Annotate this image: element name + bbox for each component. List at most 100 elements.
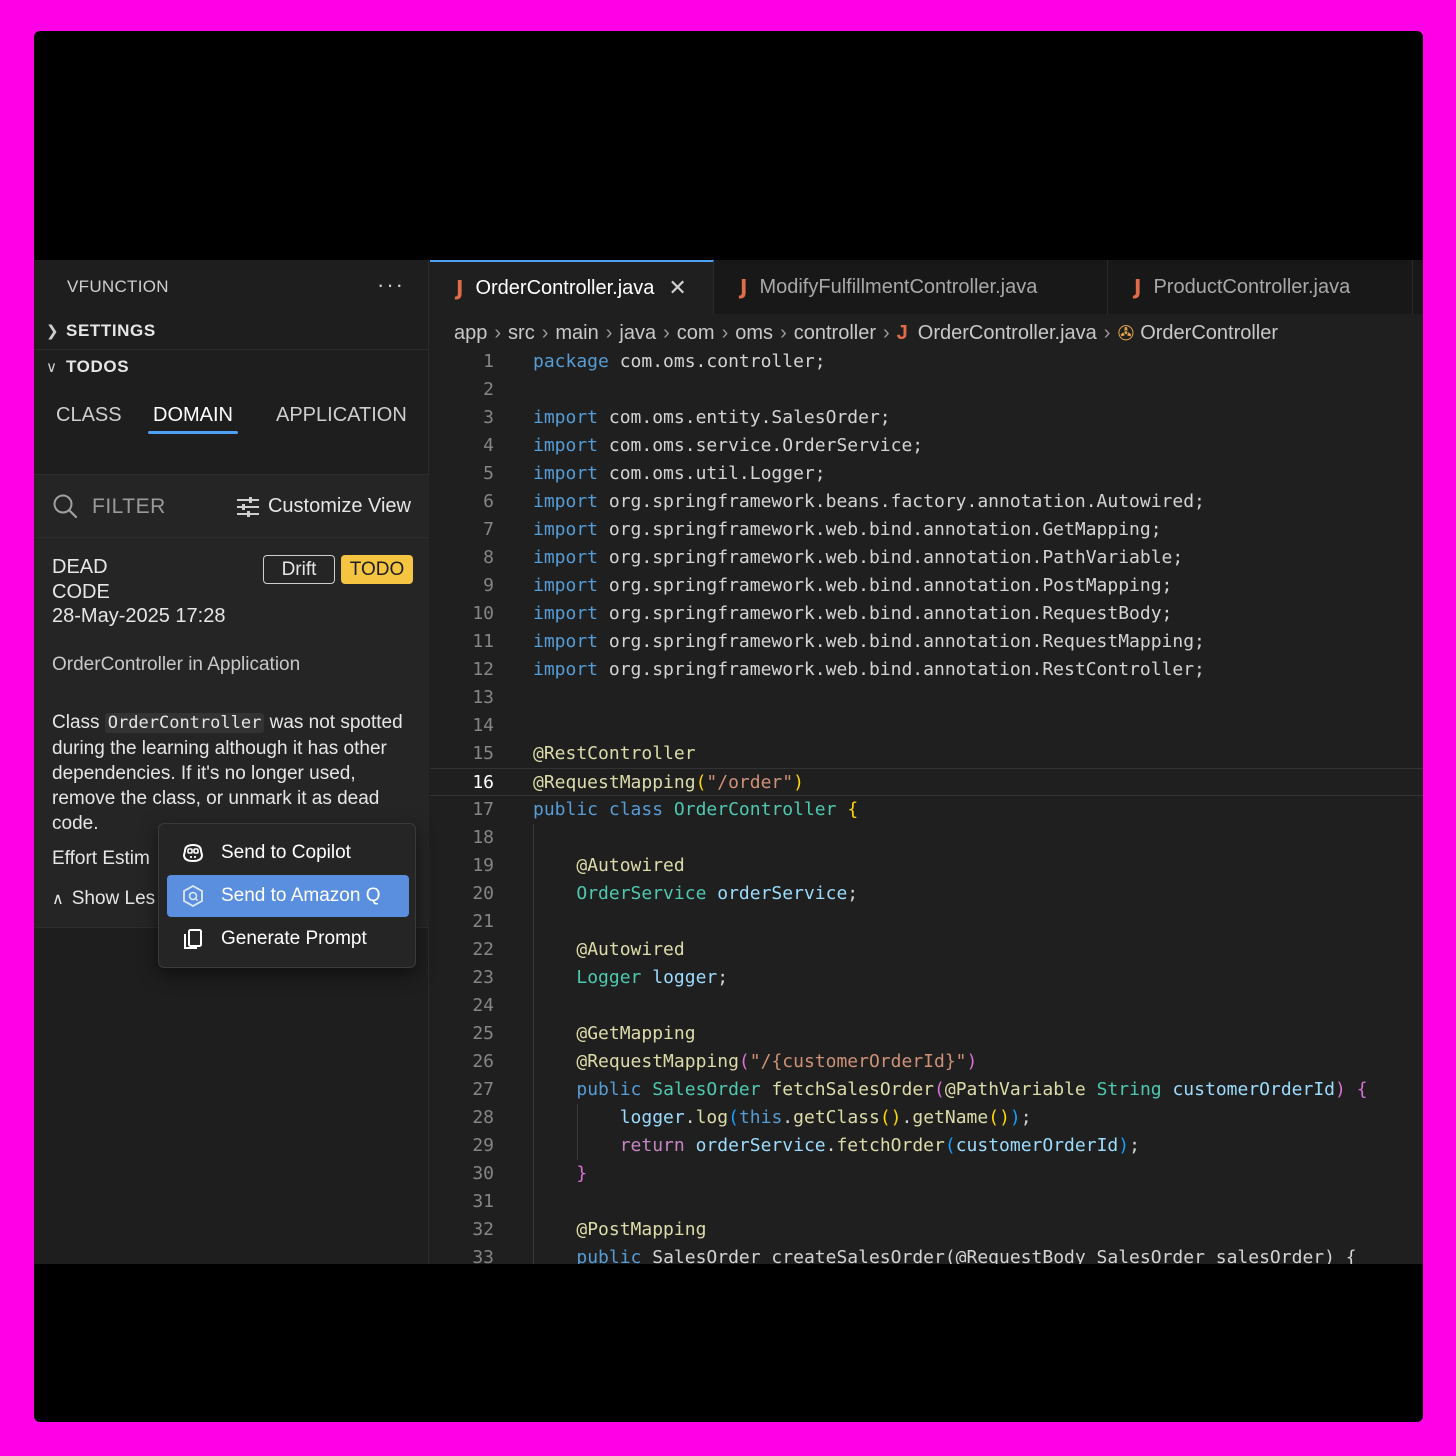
todos-label: TODOS <box>66 356 130 376</box>
line-number: 6 <box>483 491 494 512</box>
show-less-label: Show Les <box>71 888 156 909</box>
todos-section[interactable]: ∨ TODOS <box>34 349 429 383</box>
code-line[interactable]: 24 <box>430 992 1423 1020</box>
code-line[interactable]: 13 <box>430 684 1423 712</box>
code-line[interactable]: 14 <box>430 712 1423 740</box>
java-file-icon: J <box>740 275 748 299</box>
line-number: 21 <box>472 911 494 932</box>
code-line[interactable]: 22 @Autowired <box>430 936 1423 964</box>
crumb-controller[interactable]: controller <box>794 322 876 345</box>
code-line[interactable]: 2 <box>430 376 1423 404</box>
code-line[interactable]: 23 Logger logger; <box>430 964 1423 992</box>
code-line[interactable]: 10 import org.springframework.web.bind.an… <box>430 600 1423 628</box>
code-line[interactable]: 33 public SalesOrder createSalesOrder(@R… <box>430 1244 1423 1264</box>
code-text: import com.oms.service.OrderService; <box>533 435 924 456</box>
code-line[interactable]: 1 package com.oms.controller; <box>430 348 1423 376</box>
chevron-right-icon: ❯ <box>46 323 60 340</box>
java-file-icon: J <box>896 321 908 344</box>
code-line[interactable]: 17 public class OrderController { <box>430 796 1423 824</box>
code-line[interactable]: 12 import org.springframework.web.bind.an… <box>430 656 1423 684</box>
more-actions-icon[interactable]: ··· <box>377 272 405 298</box>
search-icon[interactable] <box>52 493 78 519</box>
code-text: logger.log(this.getClass().getName()); <box>619 1107 1032 1128</box>
customize-view-button[interactable]: Customize View <box>236 495 411 518</box>
menu-item-send-to-amazon-q[interactable]: Send to Amazon Q <box>167 875 409 917</box>
copy-icon <box>184 929 202 949</box>
code-line[interactable]: 25 @GetMapping <box>430 1020 1423 1048</box>
code-text: @GetMapping <box>576 1023 696 1044</box>
code-line[interactable]: 18 <box>430 824 1423 852</box>
code-line[interactable]: 21 <box>430 908 1423 936</box>
chevron-right-icon: › <box>605 321 613 344</box>
crumb-oms[interactable]: oms <box>735 322 773 345</box>
code-line[interactable]: 5 import com.oms.util.Logger; <box>430 460 1423 488</box>
line-number: 1 <box>483 351 494 372</box>
line-number: 7 <box>483 519 494 540</box>
menu-item-send-to-copilot[interactable]: Send to Copilot <box>167 832 409 874</box>
code-line[interactable]: 31 <box>430 1188 1423 1216</box>
code-line[interactable]: 4 import com.oms.service.OrderService; <box>430 432 1423 460</box>
crumb-main[interactable]: main <box>555 322 598 345</box>
crumb-src[interactable]: src <box>508 322 535 345</box>
ide-window: VFUNCTION ··· ❯ SETTINGS ∨ TODOS CLASS D… <box>34 260 1423 1264</box>
tab-domain[interactable]: DOMAIN <box>148 398 238 444</box>
tab-productcontroller[interactable]: J ProductController.java <box>1108 260 1413 314</box>
todo-type-line1: DEAD <box>52 556 108 578</box>
line-number: 3 <box>483 407 494 428</box>
code-line[interactable]: 9 import org.springframework.web.bind.ann… <box>430 572 1423 600</box>
code-text: Logger logger; <box>576 967 729 988</box>
todo-badge: TODO <box>341 555 413 584</box>
copilot-icon <box>182 843 204 863</box>
code-line[interactable]: 11 import org.springframework.web.bind.an… <box>430 628 1423 656</box>
customize-view-label: Customize View <box>267 495 411 517</box>
code-text: import org.springframework.web.bind.anno… <box>533 519 1162 540</box>
filter-input[interactable]: FILTER <box>92 495 166 519</box>
line-number: 4 <box>483 435 494 456</box>
crumb-class[interactable]: OrderController <box>1140 322 1278 345</box>
code-line[interactable]: 28 logger.log(this.getClass().getName())… <box>430 1104 1423 1132</box>
crumb-java[interactable]: java <box>619 322 656 345</box>
line-number: 28 <box>472 1107 494 1128</box>
menu-item-generate-prompt[interactable]: Generate Prompt <box>167 918 409 960</box>
code-line[interactable]: 20 OrderService orderService; <box>430 880 1423 908</box>
crumb-app[interactable]: app <box>454 322 487 345</box>
crumb-com[interactable]: com <box>677 322 715 345</box>
code-line[interactable]: 30 } <box>430 1160 1423 1188</box>
line-number: 2 <box>483 379 494 400</box>
code-text: import org.springframework.web.bind.anno… <box>533 547 1184 568</box>
line-number: 24 <box>472 995 494 1016</box>
code-area[interactable]: 1 package com.oms.controller; 2 3 import com… <box>430 348 1423 1264</box>
code-text: package com.oms.controller; <box>533 351 826 372</box>
code-line[interactable]: 27 public SalesOrder fetchSalesOrder(@Pa… <box>430 1076 1423 1104</box>
tab-ordercontroller[interactable]: J OrderController.java ✕ <box>430 260 714 314</box>
tab-application[interactable]: APPLICATION <box>276 398 407 444</box>
code-line[interactable]: 7 import org.springframework.web.bind.ann… <box>430 516 1423 544</box>
chevron-up-icon: ∧ <box>52 891 64 908</box>
todo-tabs: CLASS DOMAIN APPLICATION <box>34 398 429 444</box>
settings-section[interactable]: ❯ SETTINGS <box>34 314 429 348</box>
breadcrumb: app › src › main › java › com › oms › controll… <box>454 318 1278 348</box>
code-line[interactable]: 32 @PostMapping <box>430 1216 1423 1244</box>
code-line[interactable]: 26 @RequestMapping("/{customerOrderId}") <box>430 1048 1423 1076</box>
crumb-file[interactable]: OrderController.java <box>918 322 1097 345</box>
code-line[interactable]: 15 @RestController <box>430 740 1423 768</box>
code-line[interactable]: 8 import org.springframework.web.bind.ann… <box>430 544 1423 572</box>
code-text: @Autowired <box>576 939 685 960</box>
chevron-right-icon: › <box>663 321 670 344</box>
tab-label: ModifyFulfillmentController.java <box>759 275 1038 298</box>
tab-modifyfulfillmentcontroller[interactable]: J ModifyFulfillmentController.java <box>714 260 1108 314</box>
code-text: import org.springframework.web.bind.anno… <box>533 575 1173 596</box>
code-line[interactable]: 3 import com.oms.entity.SalesOrder; <box>430 404 1423 432</box>
line-number: 13 <box>472 687 494 708</box>
settings-label: SETTINGS <box>66 321 156 340</box>
code-line[interactable]: 19 @Autowired <box>430 852 1423 880</box>
code-text: import org.springframework.web.bind.anno… <box>533 631 1205 652</box>
code-line[interactable]: 6 import org.springframework.beans.factor… <box>430 488 1423 516</box>
close-icon[interactable]: ✕ <box>668 275 686 301</box>
tab-class[interactable]: CLASS <box>56 398 122 444</box>
code-line[interactable]: 29 return orderService.fetchOrder(custom… <box>430 1132 1423 1160</box>
code-line[interactable]: 16 @RequestMapping("/order") <box>430 768 1423 796</box>
chevron-right-icon: › <box>1103 321 1111 344</box>
show-less-toggle[interactable]: ∧ Show Les <box>52 888 155 910</box>
line-number: 16 <box>472 772 494 793</box>
